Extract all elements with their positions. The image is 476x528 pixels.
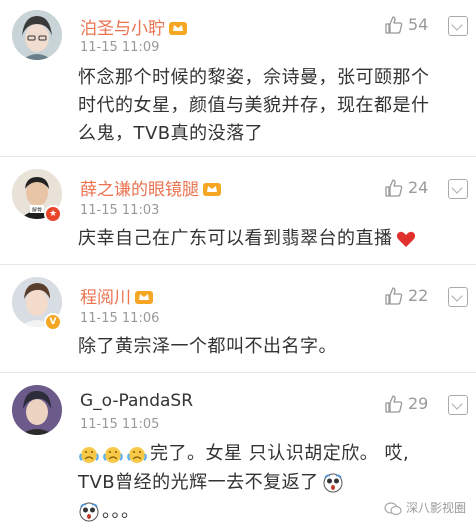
comment-text: 庆幸自己在广东可以看到翡翠台的直播: [78, 225, 468, 253]
svg-text:解骨: 解骨: [32, 207, 42, 214]
like-count: 24: [408, 178, 429, 197]
like-count: 54: [408, 15, 429, 34]
avatar[interactable]: [12, 10, 62, 60]
heart-icon: [396, 231, 415, 247]
like-button[interactable]: 29: [384, 393, 444, 417]
username[interactable]: G_o-PandaSR: [80, 391, 193, 411]
comment-text: 怀念那个时候的黎姿，佘诗曼，张可颐那个 时代的女星，颜值与美貌并存，现在都是什 …: [78, 67, 430, 144]
thumbs-up-icon: [385, 178, 403, 197]
divider: [0, 156, 476, 157]
comment-text: 除了黄宗泽一个都叫不出名字。: [78, 336, 337, 357]
crying-face-icon: [103, 447, 123, 463]
more-options-button[interactable]: [448, 287, 468, 307]
thumbs-up-icon: [385, 286, 403, 305]
avatar-image: [12, 10, 62, 60]
username[interactable]: 泊圣与小聍: [80, 14, 187, 39]
like-button[interactable]: 24: [384, 177, 444, 201]
thumbs-up-icon: [385, 15, 403, 34]
username[interactable]: 程阅川: [80, 283, 153, 308]
more-options-button[interactable]: [448, 16, 468, 36]
thumbs-up-icon: [385, 394, 403, 413]
divider: [0, 372, 476, 373]
vip-crown-icon: [135, 290, 153, 304]
crying-face-icon: [79, 447, 99, 463]
like-count: 29: [408, 394, 429, 413]
username[interactable]: 薛之谦的眼镜腿: [80, 175, 221, 200]
shocked-face-icon: [79, 502, 99, 522]
comment-time: 11-15 11:05: [80, 417, 160, 432]
more-options-button[interactable]: [448, 179, 468, 199]
comment-time: 11-15 11:09: [80, 40, 160, 55]
watermark: 深八影视圈: [384, 499, 466, 516]
vip-crown-icon: [169, 21, 187, 35]
comment-time: 11-15 11:03: [80, 203, 160, 218]
shocked-face-icon: [323, 473, 343, 493]
verified-badge-icon: ★: [44, 205, 62, 223]
like-button[interactable]: 54: [384, 14, 444, 38]
divider: [0, 264, 476, 265]
verified-badge-icon: V: [44, 313, 62, 331]
comment-time: 11-15 11:06: [80, 311, 160, 326]
like-button[interactable]: 22: [384, 285, 444, 309]
more-options-button[interactable]: [448, 395, 468, 415]
wechat-icon: [384, 501, 402, 515]
crying-face-icon: [127, 447, 147, 463]
avatar-image: [12, 385, 62, 435]
like-count: 22: [408, 286, 429, 305]
avatar[interactable]: [12, 385, 62, 435]
vip-crown-icon: [203, 182, 221, 196]
